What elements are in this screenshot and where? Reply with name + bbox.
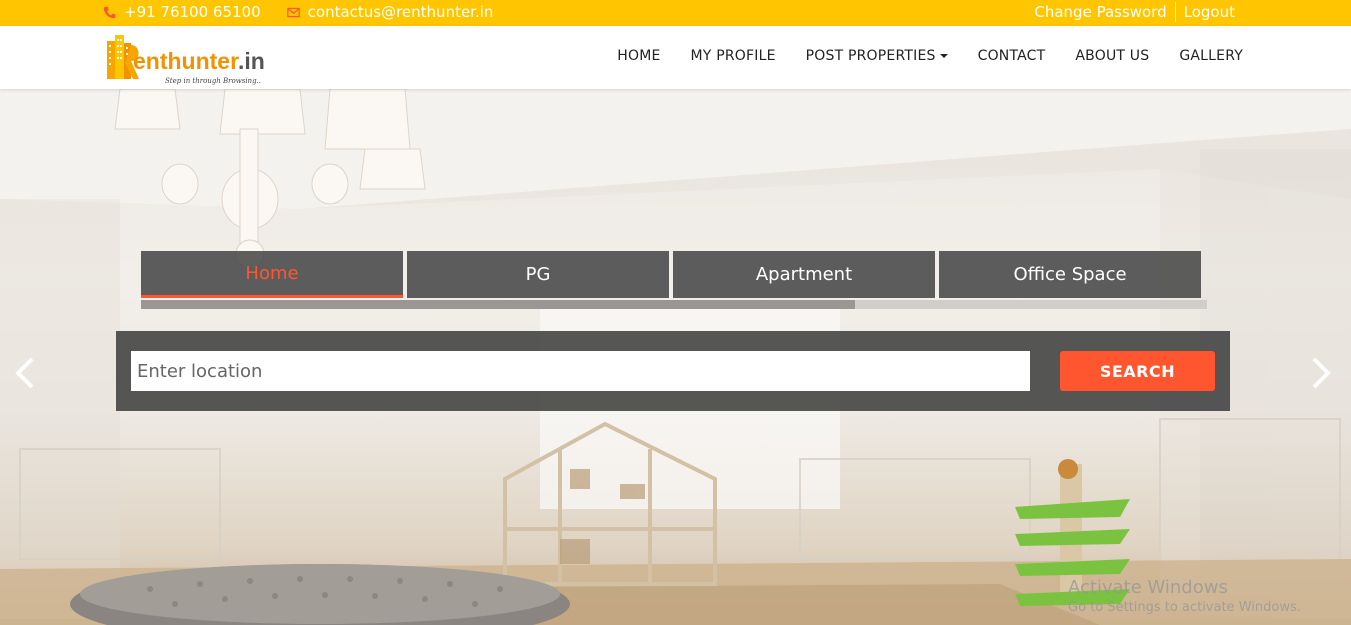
envelope-icon bbox=[286, 7, 300, 17]
phone-icon bbox=[103, 6, 116, 18]
logout-link[interactable]: Logout bbox=[1176, 3, 1243, 21]
contact-info: +91 76100 65100 contactus@renthunter.in bbox=[103, 3, 511, 21]
change-password-link[interactable]: Change Password bbox=[1026, 3, 1174, 21]
os-activation-watermark: Activate Windows Go to Settings to activ… bbox=[1068, 577, 1301, 615]
nav-contact[interactable]: CONTACT bbox=[978, 48, 1046, 64]
nav-about-us[interactable]: ABOUT US bbox=[1075, 48, 1149, 64]
tab-scroll-thumb[interactable] bbox=[141, 300, 856, 309]
caret-down-icon bbox=[939, 54, 948, 58]
chevron-left-icon[interactable] bbox=[12, 355, 38, 391]
logo-wordmark: enthunter bbox=[133, 48, 239, 74]
account-links: Change Password Logout bbox=[1026, 2, 1243, 22]
primary-nav: HOME MY PROFILE POST PROPERTIES CONTACT … bbox=[617, 48, 1243, 64]
logo-domain: .in bbox=[238, 48, 265, 74]
hero-slider: Home PG Apartment Office Space SEARCH Ac… bbox=[0, 89, 1351, 625]
nav-home[interactable]: HOME bbox=[617, 48, 660, 64]
watermark-title: Activate Windows bbox=[1068, 577, 1228, 598]
location-search-input[interactable] bbox=[131, 351, 1030, 391]
nav-gallery[interactable]: GALLERY bbox=[1179, 48, 1243, 64]
tab-pg[interactable]: PG bbox=[407, 251, 669, 298]
property-type-tabs: Home PG Apartment Office Space bbox=[141, 251, 1207, 310]
phone-number[interactable]: +91 76100 65100 bbox=[124, 3, 261, 21]
site-logo[interactable]: enthunter .in Step in through Browsing.. bbox=[103, 31, 288, 86]
nav-post-properties-label: POST PROPERTIES bbox=[805, 48, 936, 64]
nav-post-properties[interactable]: POST PROPERTIES bbox=[806, 48, 948, 64]
chevron-right-icon[interactable] bbox=[1308, 355, 1334, 391]
search-panel: SEARCH bbox=[116, 331, 1230, 411]
tab-office-space[interactable]: Office Space bbox=[939, 251, 1201, 298]
tab-apartment[interactable]: Apartment bbox=[673, 251, 935, 298]
top-bar: +91 76100 65100 contactus@renthunter.in … bbox=[0, 0, 1351, 26]
tab-home[interactable]: Home bbox=[141, 251, 403, 298]
email-address[interactable]: contactus@renthunter.in bbox=[308, 3, 494, 21]
tab-scroll-track[interactable] bbox=[141, 300, 1207, 309]
watermark-subtitle: Go to Settings to activate Windows. bbox=[1068, 600, 1301, 615]
main-navbar: enthunter .in Step in through Browsing..… bbox=[0, 26, 1351, 89]
nav-my-profile[interactable]: MY PROFILE bbox=[691, 48, 776, 64]
logo-tagline: Step in through Browsing.. bbox=[165, 77, 261, 85]
search-button[interactable]: SEARCH bbox=[1060, 351, 1215, 391]
